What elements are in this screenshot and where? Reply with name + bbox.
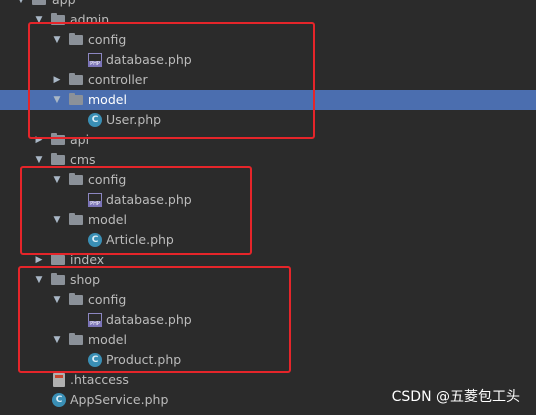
- highlight-box-cms: [20, 166, 252, 255]
- tree-label: .htaccess: [70, 372, 129, 387]
- folder-icon: [32, 0, 46, 5]
- php-class-icon: C: [52, 393, 66, 407]
- highlight-box-shop: [18, 266, 291, 373]
- htaccess-file-icon: [53, 373, 65, 387]
- tree-label: app: [52, 0, 76, 10]
- chevron-down-icon[interactable]: ▼: [16, 0, 26, 10]
- folder-icon: [51, 253, 65, 265]
- watermark: CSDN @五菱包工头: [391, 389, 520, 405]
- tree-label: AppService.php: [70, 392, 169, 407]
- highlight-box-admin: [28, 22, 315, 139]
- tree-row-app[interactable]: ▼ app: [0, 0, 536, 10]
- folder-icon: [51, 153, 65, 165]
